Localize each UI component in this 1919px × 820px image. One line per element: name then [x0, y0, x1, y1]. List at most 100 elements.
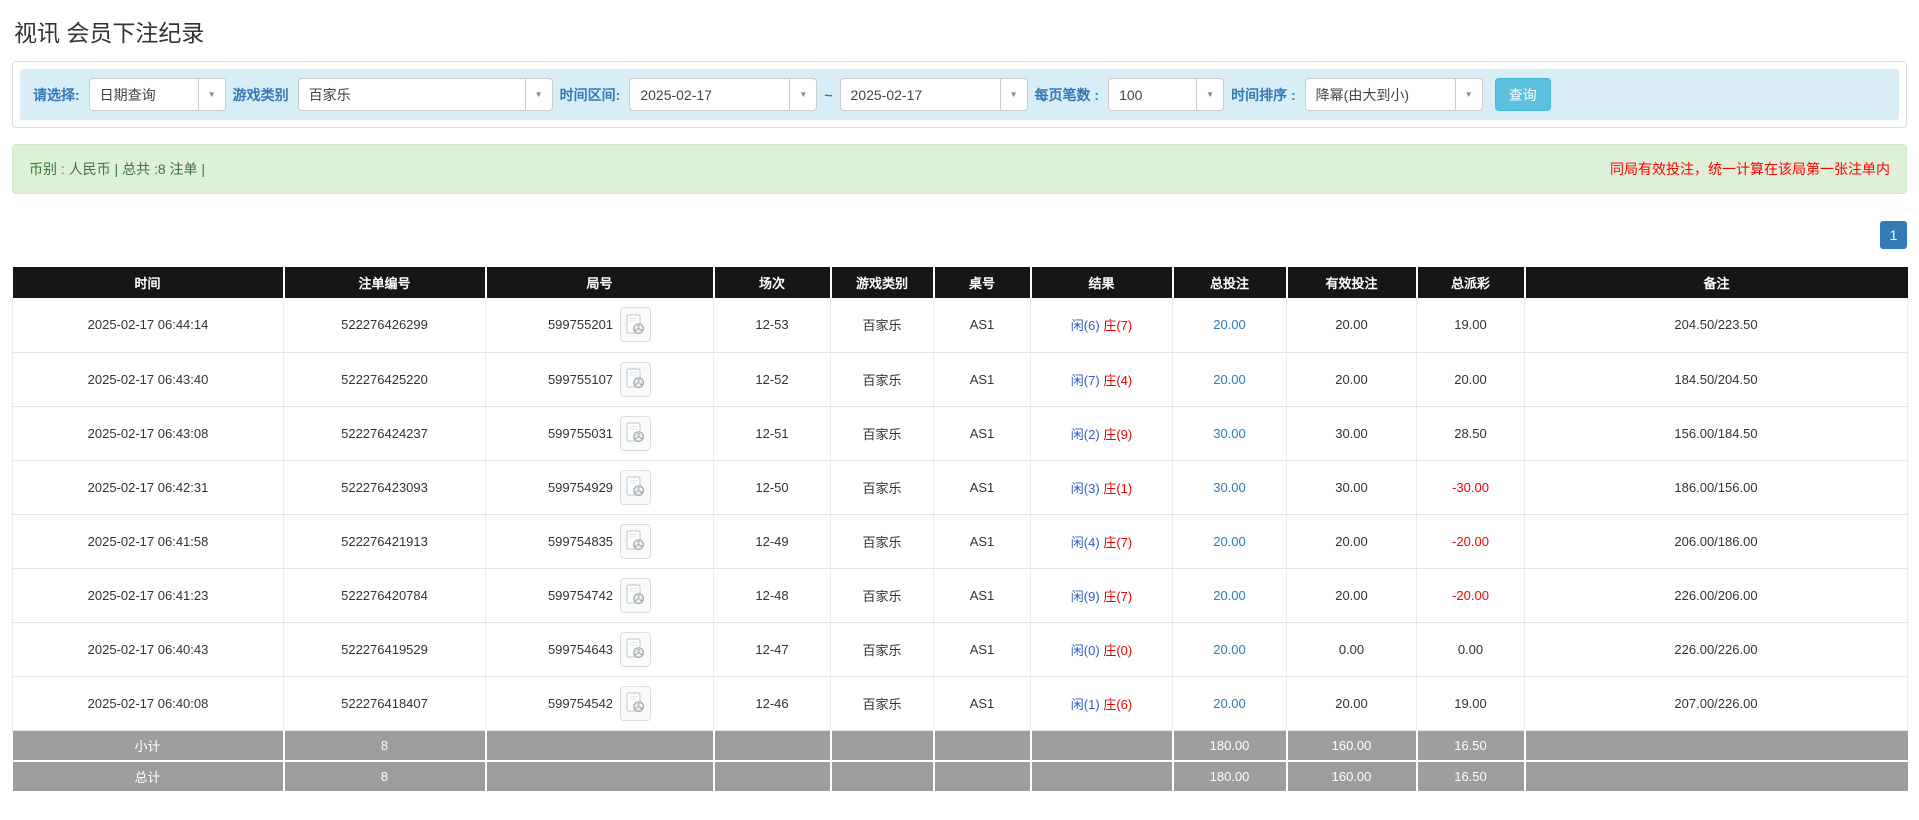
total-row-time: 总计	[12, 761, 285, 793]
caret-down-icon: ▼	[1196, 79, 1223, 110]
table-row: 2025-02-17 06:43:40 522276425220 599755107…	[12, 352, 1908, 407]
cell-time: 2025-02-17 06:41:23	[12, 568, 284, 623]
video-icon	[626, 584, 645, 606]
cell-total-bet: 20.00	[1172, 352, 1287, 407]
result-player: 闲(0)	[1070, 642, 1100, 658]
round-id-value: 599754542	[547, 695, 614, 711]
game-category-value: 百家乐	[308, 86, 351, 103]
cell-time: 2025-02-17 06:43:08	[12, 406, 284, 461]
cell-game-type: 百家乐	[830, 352, 934, 407]
total-bet-link[interactable]: 20.00	[1213, 317, 1246, 332]
date-to-select[interactable]: 2025-02-17 ▼	[839, 78, 1028, 111]
cell-time: 2025-02-17 06:41:58	[12, 514, 284, 569]
result-banker: 庄(7)	[1103, 318, 1133, 334]
total-bet-link[interactable]: 20.00	[1213, 642, 1246, 657]
page-1-button[interactable]: 1	[1880, 221, 1907, 249]
cell-session: 12-47	[713, 622, 831, 677]
cell-round-id: 599754542	[485, 676, 714, 731]
total-bet-link[interactable]: 20.00	[1213, 372, 1246, 387]
query-type-select[interactable]: 日期查询 ▼	[88, 78, 226, 111]
round-video-button[interactable]	[620, 685, 652, 721]
caret-down-icon: ▼	[789, 79, 816, 110]
time-sort-select[interactable]: 降幂(由大到小) ▼	[1304, 78, 1483, 111]
cell-remark: 226.00/226.00	[1524, 622, 1908, 677]
cell-valid-bet: 30.00	[1286, 460, 1417, 515]
table-row: 2025-02-17 06:44:14 522276426299 599755201…	[12, 298, 1908, 353]
total-row-result	[1030, 761, 1174, 793]
column-header-table-id: 桌号	[933, 267, 1032, 298]
column-header-time: 时间	[12, 267, 285, 298]
round-video-button[interactable]	[620, 631, 652, 667]
cell-valid-bet: 30.00	[1286, 406, 1417, 461]
result-player: 闲(4)	[1070, 534, 1100, 550]
page-size-select[interactable]: 100 ▼	[1108, 78, 1225, 111]
video-icon	[626, 422, 645, 444]
cell-bet-id: 522276425220	[283, 352, 486, 407]
date-from-select[interactable]: 2025-02-17 ▼	[629, 78, 818, 111]
time-sort-value: 降幂(由大到小)	[1315, 86, 1409, 103]
cell-bet-id: 522276421913	[283, 514, 486, 569]
subtotal-row-total-bet: 180.00	[1172, 730, 1288, 762]
query-type-value: 日期查询	[99, 86, 156, 103]
subtotal-row: 小计 8 180.00 160.00 16.50	[12, 730, 1908, 762]
total-bet-link[interactable]: 30.00	[1213, 480, 1246, 495]
summary-bar: 币别 : 人民币 | 总共 :8 注单 | 同局有效投注，统一计算在该局第一张注…	[12, 144, 1907, 194]
round-id-value: 599754643	[547, 641, 614, 657]
cell-payout: 28.50	[1416, 406, 1525, 461]
cell-valid-bet: 20.00	[1286, 298, 1417, 353]
round-video-button[interactable]	[620, 523, 652, 559]
column-header-result: 结果	[1030, 267, 1174, 298]
cell-round-id: 599754742	[485, 568, 714, 623]
video-icon	[626, 530, 645, 552]
cell-payout: 19.00	[1416, 676, 1525, 731]
cell-total-bet: 30.00	[1172, 460, 1287, 515]
result-player: 闲(7)	[1070, 372, 1100, 388]
cell-table-id: AS1	[933, 622, 1031, 677]
result-banker: 庄(7)	[1103, 534, 1133, 550]
video-icon	[626, 314, 645, 336]
page-root: 视讯 会员下注纪录 请选择: 日期查询 ▼ 游戏类别 百家乐 ▼ 时间区间: 2…	[0, 0, 1919, 803]
round-video-button[interactable]	[620, 469, 652, 505]
cell-round-id: 599755031	[485, 406, 714, 461]
cell-remark: 184.50/204.50	[1524, 352, 1908, 407]
cell-game-type: 百家乐	[830, 514, 934, 569]
cell-total-bet: 20.00	[1172, 622, 1287, 677]
cell-session: 12-49	[713, 514, 831, 569]
cell-remark: 186.00/156.00	[1524, 460, 1908, 515]
cell-total-bet: 30.00	[1172, 406, 1287, 461]
cell-game-type: 百家乐	[830, 676, 934, 731]
total-row: 总计 8 180.00 160.00 16.50	[12, 761, 1908, 793]
total-row-bet-id: 8	[283, 761, 487, 793]
cell-game-type: 百家乐	[830, 460, 934, 515]
page-size-value: 100	[1119, 86, 1143, 103]
round-video-button[interactable]	[620, 307, 652, 343]
cell-payout: -30.00	[1416, 460, 1525, 515]
cell-result: 闲(6) 庄(7)	[1030, 298, 1173, 353]
video-icon	[626, 368, 645, 390]
cell-result: 闲(0) 庄(0)	[1030, 622, 1173, 677]
header-row: 时间 注单编号 局号 场次 游戏类别 桌号 结果 总投注 有效投注 总派彩 备注	[12, 267, 1908, 298]
caret-down-icon: ▼	[1454, 79, 1482, 110]
cell-result: 闲(2) 庄(9)	[1030, 406, 1173, 461]
total-bet-link[interactable]: 20.00	[1213, 696, 1246, 711]
game-category-select[interactable]: 百家乐 ▼	[297, 78, 553, 111]
total-row-game-type	[830, 761, 935, 793]
cell-valid-bet: 0.00	[1286, 622, 1417, 677]
cell-round-id: 599754835	[485, 514, 714, 569]
total-bet-link[interactable]: 20.00	[1213, 534, 1246, 549]
total-bet-link[interactable]: 30.00	[1213, 426, 1246, 441]
total-row-valid-bet: 160.00	[1286, 761, 1418, 793]
valid-bet-note: 同局有效投注，统一计算在该局第一张注单内	[1610, 161, 1890, 177]
table-row: 2025-02-17 06:40:43 522276419529 599754643…	[12, 622, 1908, 677]
cell-result: 闲(3) 庄(1)	[1030, 460, 1173, 515]
subtotal-row-session	[713, 730, 832, 762]
total-bet-link[interactable]: 20.00	[1213, 588, 1246, 603]
cell-session: 12-51	[713, 406, 831, 461]
round-video-button[interactable]	[620, 577, 652, 613]
date-from-value: 2025-02-17	[640, 86, 712, 103]
round-video-button[interactable]	[620, 361, 652, 397]
round-video-button[interactable]	[620, 415, 652, 451]
result-player: 闲(2)	[1070, 426, 1100, 442]
time-range-label: 时间区间:	[559, 86, 621, 103]
query-button[interactable]: 查询	[1494, 78, 1551, 111]
